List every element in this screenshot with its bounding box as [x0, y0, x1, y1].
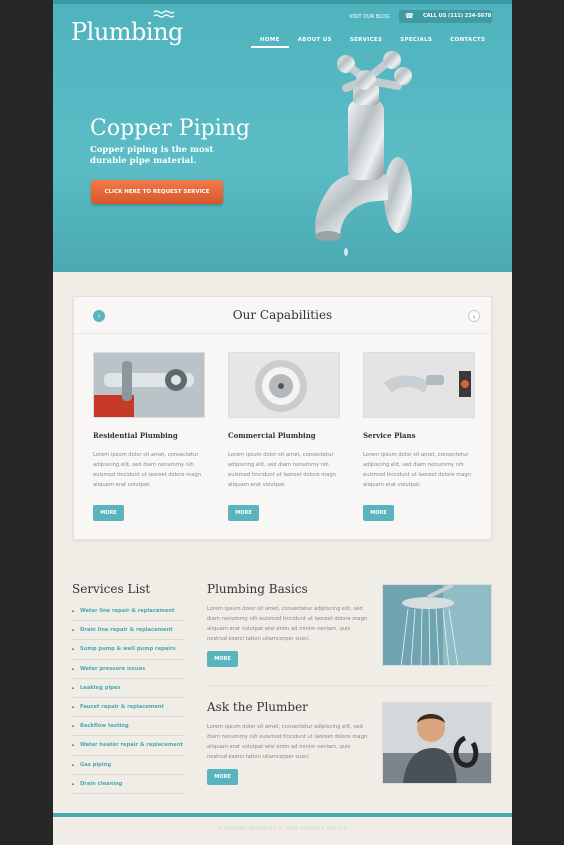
page-container: Plumbing VISIT OUR BLOG ☎ CALL US (111) … [53, 0, 512, 845]
nav-specials[interactable]: SPECIALS [391, 34, 441, 48]
capability-card: Commercial Plumbing Lorem ipsum dolor si… [228, 352, 340, 521]
hero-top-stripe [53, 0, 512, 4]
capability-title: Residential Plumbing [93, 431, 178, 440]
hero-subtitle: Copper piping is the most durable pipe m… [90, 145, 214, 166]
nav-about[interactable]: ABOUT US [289, 34, 341, 48]
service-link[interactable]: Gas piping [72, 756, 184, 775]
capability-text: Lorem ipsum dolor sit amet, consectetur … [93, 452, 202, 488]
footer-accent-bar [53, 813, 512, 817]
capability-text: Lorem ipsum dolor sit amet, consectetur … [228, 452, 337, 488]
plumbing-basics-title: Plumbing Basics [207, 582, 308, 596]
footer-text[interactable]: PLUMBING SERVICES © 2012 PRIVACY POLICY [0, 826, 564, 832]
nav-contacts[interactable]: CONTACTS [441, 34, 494, 48]
capability-card: Service Plans Lorem ipsum dolor sit amet… [363, 352, 475, 521]
ask-plumber-text: Lorem ipsum dolor sit amet, consectetur … [207, 724, 368, 760]
main-nav: HOME ABOUT US SERVICES SPECIALS CONTACTS [251, 34, 494, 48]
service-link[interactable]: Sump pump & well pump repairs [72, 640, 184, 660]
more-button[interactable]: MORE [363, 505, 394, 521]
capability-title: Service Plans [363, 431, 416, 440]
nav-services[interactable]: SERVICES [341, 34, 391, 48]
plumbing-basics-more-button[interactable]: MORE [207, 651, 238, 667]
ask-plumber-title: Ask the Plumber [207, 700, 308, 714]
capabilities-panel: ‹ Our Capabilities › Residential Plumbin… [73, 296, 492, 540]
ask-plumber-more-button[interactable]: MORE [207, 769, 238, 785]
service-link[interactable]: Leaking pipes [72, 679, 184, 698]
services-list-title: Services List [72, 582, 151, 596]
shower-image [382, 584, 492, 666]
lower-section: Services List Water line repair & replac… [53, 565, 512, 815]
blog-link[interactable]: VISIT OUR BLOG [349, 14, 390, 20]
divider [74, 333, 491, 334]
service-link[interactable]: Drain line repair & replacement [72, 621, 184, 641]
phone-icon: ☎ [405, 12, 414, 20]
commercial-plumbing-image [228, 352, 340, 418]
hero-title: Copper Piping [90, 116, 250, 141]
service-link[interactable]: Backflow testing [72, 717, 184, 737]
capability-title: Commercial Plumbing [228, 431, 316, 440]
service-link[interactable]: Faucet repair & replacement [72, 698, 184, 718]
site-logo[interactable]: Plumbing [71, 18, 183, 46]
phone-box: ☎ CALL US (111) 234-5678 [399, 10, 492, 23]
capability-text: Lorem ipsum dolor sit amet, consectetur … [363, 452, 472, 488]
service-link[interactable]: Water pressure issues [72, 660, 184, 679]
more-button[interactable]: MORE [93, 505, 124, 521]
service-plans-image [363, 352, 475, 418]
capability-card: Residential Plumbing Lorem ipsum dolor s… [93, 352, 205, 521]
capabilities-title: Our Capabilities [232, 308, 333, 322]
services-list: Water line repair & replacement Drain li… [72, 602, 184, 794]
nav-home[interactable]: HOME [251, 34, 289, 48]
water-wave-icon [153, 10, 175, 18]
plumber-photo [382, 702, 492, 784]
section-divider [207, 685, 492, 686]
service-link[interactable]: Water heater repair & replacement [72, 736, 184, 756]
carousel-next-button[interactable]: › [468, 310, 480, 322]
service-link[interactable]: Water line repair & replacement [72, 602, 184, 622]
service-link[interactable]: Drain cleaning [72, 775, 184, 794]
residential-plumbing-image [93, 352, 205, 418]
more-button[interactable]: MORE [228, 505, 259, 521]
request-service-button[interactable]: CLICK HERE TO REQUEST SERVICE [91, 180, 223, 204]
faucet-image [315, 51, 412, 256]
plumbing-basics-text: Lorem ipsum dolor sit amet, consectetur … [207, 606, 368, 642]
hero-section: Plumbing VISIT OUR BLOG ☎ CALL US (111) … [53, 0, 512, 272]
phone-text: CALL US (111) 234-5678 [423, 13, 492, 19]
